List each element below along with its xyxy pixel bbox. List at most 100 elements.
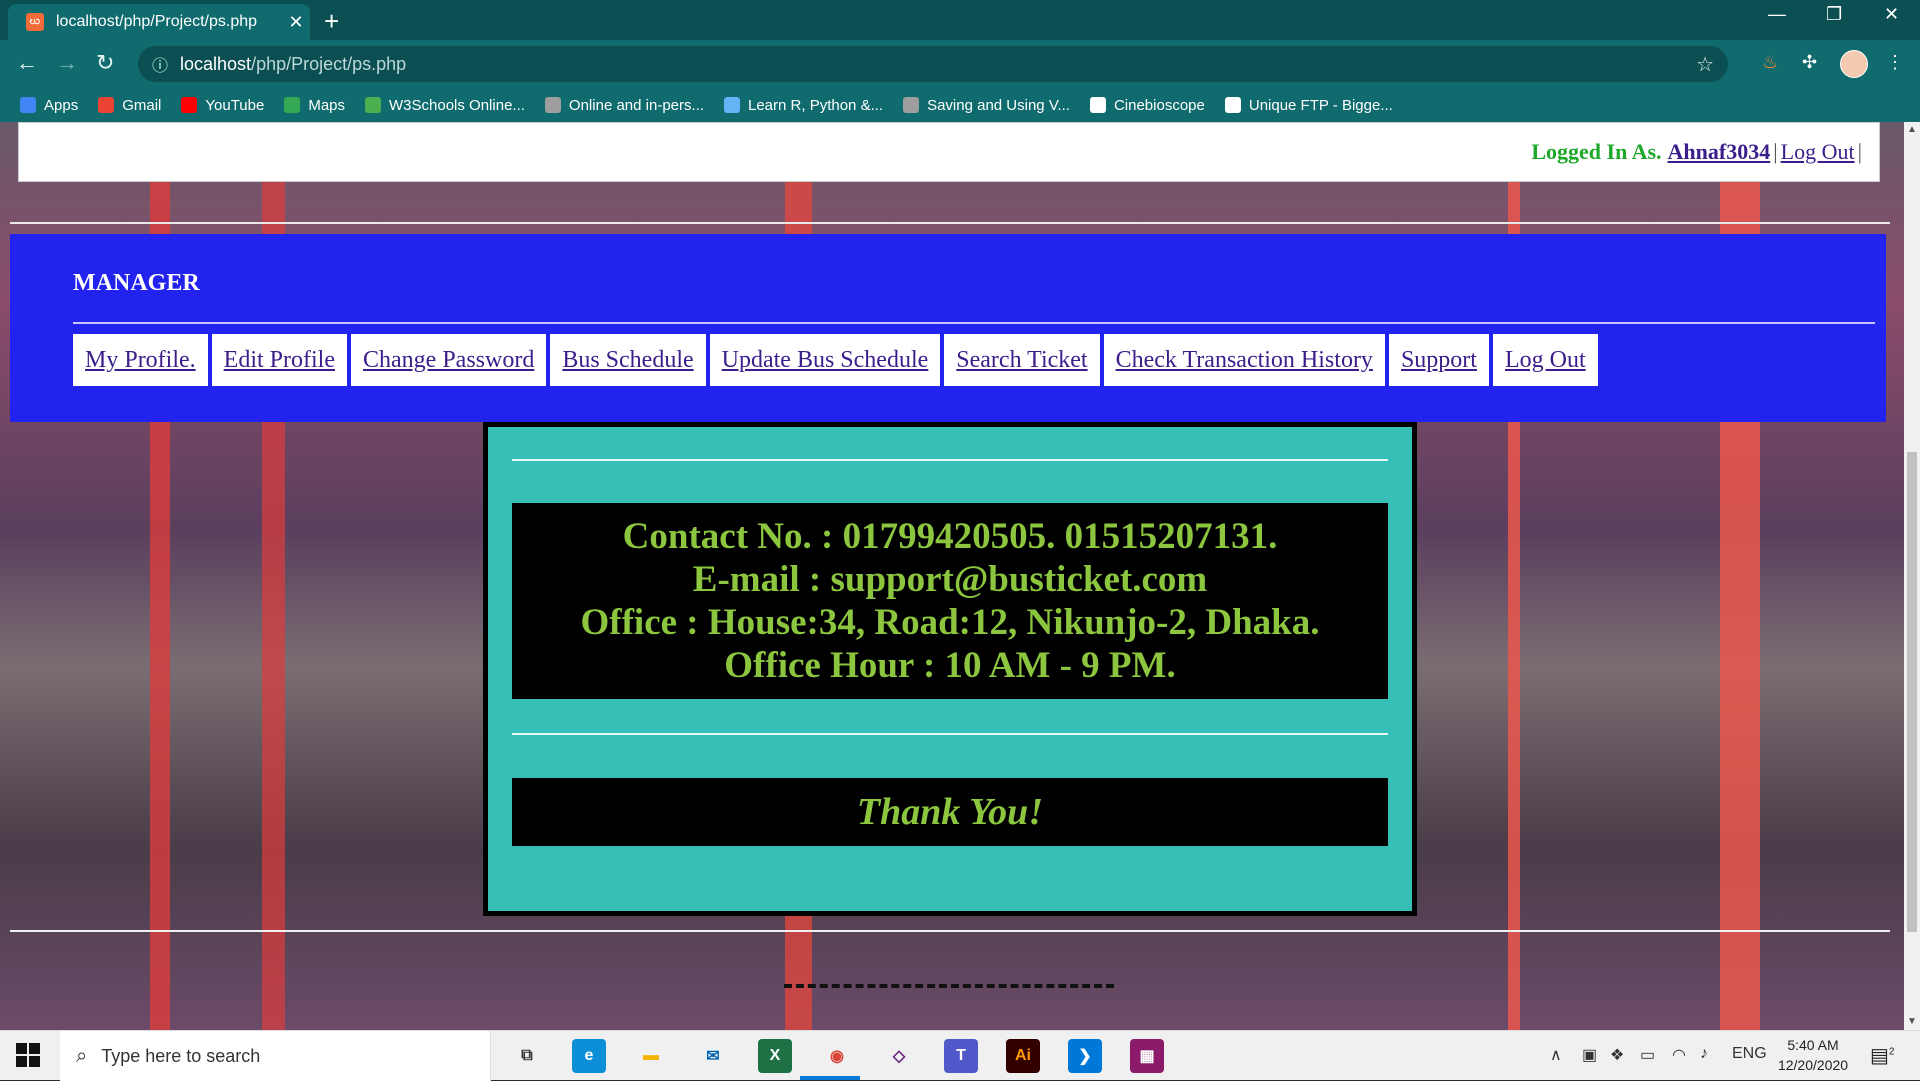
browser-toolbar: ← → ↻ ⓘ localhost /php/Project/ps.php ☆ … <box>0 40 1920 88</box>
link-icon <box>544 97 561 113</box>
vscode-icon[interactable]: ❯ <box>1068 1039 1102 1073</box>
dropbox-icon[interactable]: ❖ <box>1610 1045 1624 1065</box>
username-link[interactable]: Ahnaf3034 <box>1668 139 1771 165</box>
illustrator-icon[interactable]: Ai <box>1006 1039 1040 1073</box>
wifi-icon[interactable]: ◠ <box>1672 1045 1686 1065</box>
menu-link-log-out[interactable]: Log Out <box>1492 334 1598 386</box>
volume-icon[interactable]: ♪ <box>1700 1045 1708 1063</box>
bookmark-item[interactable]: Unique FTP - Bigge... <box>1224 96 1393 114</box>
menu-link-bus-schedule[interactable]: Bus Schedule <box>550 334 706 386</box>
thank-you-text: Thank You! <box>512 778 1388 846</box>
bookmark-item[interactable]: Cinebioscope <box>1089 96 1205 114</box>
divider <box>10 930 1890 932</box>
menu-link-change-password[interactable]: Change Password <box>351 334 547 386</box>
bookmark-label: Cinebioscope <box>1113 96 1205 114</box>
profile-avatar[interactable] <box>1840 50 1868 78</box>
edge-icon[interactable]: e <box>572 1039 606 1073</box>
device-icon[interactable]: ▣ <box>1582 1045 1597 1065</box>
taskbar-search[interactable]: ⌕ Type here to search <box>60 1031 491 1081</box>
manager-title: MANAGER <box>73 270 200 296</box>
menu-link-my-profile[interactable]: My Profile. <box>73 334 208 386</box>
battery-icon[interactable]: ▭ <box>1640 1045 1655 1065</box>
excel-icon[interactable]: X <box>758 1039 792 1073</box>
clock-date: 12/20/2020 <box>1777 1057 1849 1073</box>
page-viewport: Logged In As. Ahnaf3034 | Log Out | MANA… <box>0 122 1904 1030</box>
separator: | <box>1773 139 1778 164</box>
page-icon <box>903 97 920 113</box>
bookmark-label: Learn R, Python &... <box>748 96 884 114</box>
divider <box>73 322 1875 324</box>
language-indicator[interactable]: ENG <box>1732 1045 1767 1063</box>
logged-in-label: Logged In As. <box>1531 139 1662 164</box>
scroll-up-icon[interactable]: ▲ <box>1907 124 1917 135</box>
task-view-icon[interactable]: ⧉ <box>510 1039 544 1073</box>
url-host: localhost <box>180 53 252 74</box>
browser-tab[interactable]: ဃ localhost/php/Project/ps.php ✕ <box>8 4 310 40</box>
browser-tab-bar: ဃ localhost/php/Project/ps.php ✕ + — ❐ ✕ <box>0 0 1920 40</box>
bookmark-item[interactable]: Online and in-pers... <box>544 97 704 114</box>
close-tab-icon[interactable]: ✕ <box>282 12 310 33</box>
menu-link-edit-profile[interactable]: Edit Profile <box>211 334 347 386</box>
contact-line: Contact No. : 01799420505. 01515207131. <box>622 516 1278 557</box>
menu-link-check-transaction-history[interactable]: Check Transaction History <box>1103 334 1385 386</box>
bookmark-item[interactable]: Saving and Using V... <box>903 97 1070 114</box>
bookmark-star-icon[interactable]: ☆ <box>1696 52 1714 77</box>
menu-link-search-ticket[interactable]: Search Ticket <box>944 334 1100 386</box>
separator-end: | <box>1857 139 1862 164</box>
extensions-puzzle-icon[interactable]: ✣ <box>1802 52 1817 73</box>
bookmark-item[interactable]: Apps <box>20 97 78 114</box>
bookmark-label: YouTube <box>205 96 265 114</box>
winrar-icon[interactable]: ▦ <box>1130 1039 1164 1073</box>
bookmark-item[interactable]: Gmail <box>98 97 161 114</box>
windows-taskbar: ⌕ Type here to search ⧉ e ▬ ✉ X ◉ ◇ T Ai ❯ ▦ ∧ ▣ ❖… <box>0 1030 1920 1081</box>
notification-center-icon[interactable]: ▤2 <box>1870 1043 1894 1068</box>
new-tab-icon[interactable]: + <box>324 6 339 37</box>
teams-icon[interactable]: T <box>944 1039 978 1073</box>
address-bar[interactable]: ⓘ localhost /php/Project/ps.php ☆ <box>138 46 1728 82</box>
menu-kebab-icon[interactable]: ⋮ <box>1886 52 1904 73</box>
bookmark-label: Apps <box>44 96 79 114</box>
divider <box>512 459 1388 461</box>
bookmark-item[interactable]: Learn R, Python &... <box>724 97 883 114</box>
maps-pin-icon <box>284 97 301 113</box>
extension-fire-icon[interactable]: ♨ <box>1762 52 1778 73</box>
top-logout-link[interactable]: Log Out <box>1781 139 1855 165</box>
mail-icon[interactable]: ✉ <box>696 1039 730 1073</box>
site-info-icon[interactable]: ⓘ <box>152 52 168 76</box>
url-path: /php/Project/ps.php <box>251 53 407 74</box>
youtube-icon <box>181 97 198 113</box>
file-explorer-icon[interactable]: ▬ <box>634 1039 668 1073</box>
support-box: Contact No. : 01799420505. 01515207131. E… <box>483 422 1417 916</box>
scroll-thumb[interactable] <box>1907 452 1917 932</box>
bookmark-label: Gmail <box>122 96 162 114</box>
page-scrollbar[interactable]: ▲ ▼ <box>1904 122 1920 1030</box>
close-window-icon[interactable]: ✕ <box>1884 4 1899 25</box>
menu-link-support[interactable]: Support <box>1388 334 1489 386</box>
login-bar: Logged In As. Ahnaf3034 | Log Out | <box>18 122 1880 182</box>
bookmark-item[interactable]: YouTube <box>181 97 264 114</box>
bookmark-label: Saving and Using V... <box>927 96 1070 114</box>
restore-icon[interactable]: ❐ <box>1826 4 1842 25</box>
scroll-down-icon[interactable]: ▼ <box>1907 1016 1917 1027</box>
reload-icon[interactable]: ↻ <box>96 50 114 76</box>
chrome-icon[interactable]: ◉ <box>820 1039 854 1073</box>
menu-link-update-bus-schedule[interactable]: Update Bus Schedule <box>709 334 941 386</box>
minimize-icon[interactable]: — <box>1768 4 1786 25</box>
active-app-indicator <box>800 1076 860 1080</box>
windows-start-icon[interactable] <box>16 1043 40 1067</box>
manager-menu: My Profile. Edit Profile Change Password Bu… <box>73 334 1602 386</box>
globe-icon <box>1224 97 1241 113</box>
divider <box>512 733 1388 735</box>
contact-info-block: Contact No. : 01799420505. 01515207131. E… <box>512 503 1388 699</box>
show-hidden-icons-icon[interactable]: ∧ <box>1550 1045 1562 1065</box>
bookmarks-bar: Apps Gmail YouTube Maps W3Schools Online... O… <box>0 88 1920 122</box>
tab-title: localhost/php/Project/ps.php <box>56 13 258 30</box>
visual-studio-icon[interactable]: ◇ <box>882 1039 916 1073</box>
forward-icon[interactable]: → <box>56 50 78 76</box>
search-icon: ⌕ <box>76 1044 88 1067</box>
bookmark-label: Unique FTP - Bigge... <box>1248 96 1393 114</box>
bookmark-item[interactable]: Maps <box>284 97 345 114</box>
clock[interactable]: 5:40 AM 12/20/2020 <box>1768 1035 1858 1075</box>
bookmark-item[interactable]: W3Schools Online... <box>365 97 525 114</box>
back-icon[interactable]: ← <box>16 50 38 76</box>
